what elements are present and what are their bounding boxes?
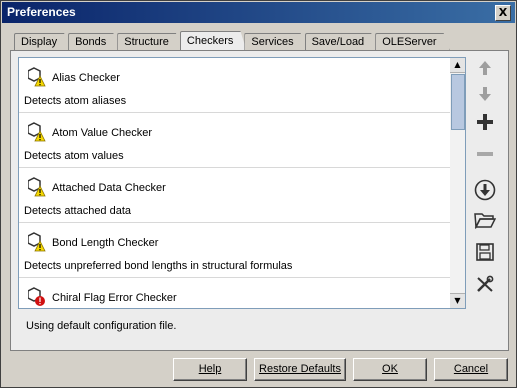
title-bar[interactable]: Preferences X xyxy=(2,2,515,23)
tab-save-load[interactable]: Save/Load xyxy=(305,33,378,50)
arrow-up-icon xyxy=(479,61,491,75)
ok-button[interactable]: OK xyxy=(353,358,427,381)
checker-name: Attached Data Checker xyxy=(52,182,166,194)
help-button[interactable]: Help xyxy=(173,358,247,381)
scroll-up-button[interactable]: ▲ xyxy=(450,58,465,73)
preferences-window: Preferences X Display Bonds Structure Ch… xyxy=(0,0,517,388)
folder-open-icon xyxy=(474,213,497,230)
close-button[interactable]: X xyxy=(495,5,511,21)
scroll-down-button[interactable]: ▼ xyxy=(450,293,465,308)
arrow-down-icon xyxy=(479,87,491,101)
tab-checkers[interactable]: Checkers xyxy=(180,31,246,50)
checker-error-icon xyxy=(28,287,45,306)
status-text: Using default configuration file. xyxy=(26,320,177,332)
open-file-button[interactable] xyxy=(471,211,499,235)
checkers-panel: Alias Checker Detects atom aliases Atom … xyxy=(10,50,509,351)
download-icon xyxy=(474,179,496,201)
move-down-button[interactable] xyxy=(471,85,499,109)
tab-bonds[interactable]: Bonds xyxy=(68,33,119,50)
help-label: Help xyxy=(198,363,222,375)
save-button[interactable] xyxy=(471,243,499,267)
restore-defaults-button[interactable]: Restore Defaults xyxy=(254,358,346,381)
list-item[interactable]: Bond Length Checker Detects unpreferred … xyxy=(19,223,450,278)
add-icon xyxy=(477,114,493,130)
tab-services[interactable]: Services xyxy=(244,33,306,50)
tab-bar: Display Bonds Structure Checkers Service… xyxy=(14,32,448,50)
checker-description: Detects atom values xyxy=(24,150,124,162)
move-up-button[interactable] xyxy=(471,59,499,83)
window-title: Preferences xyxy=(7,5,76,19)
tools-button[interactable] xyxy=(471,275,499,299)
checker-warning-icon xyxy=(28,122,46,142)
tools-icon xyxy=(477,275,494,292)
checker-warning-icon xyxy=(28,67,46,87)
checker-warning-icon xyxy=(28,177,46,197)
save-icon xyxy=(476,243,494,261)
remove-icon xyxy=(477,152,493,156)
add-button[interactable] xyxy=(471,113,499,137)
checker-description: Detects attached data xyxy=(24,205,132,217)
scroll-thumb[interactable] xyxy=(451,74,465,130)
restore-defaults-label: Restore Defaults xyxy=(259,363,341,375)
cancel-button[interactable]: Cancel xyxy=(434,358,508,381)
list-item[interactable]: Atom Value Checker Detects atom values xyxy=(19,113,450,168)
tab-display[interactable]: Display xyxy=(14,33,70,50)
list-scrollbar[interactable]: ▲ ▼ xyxy=(450,57,466,309)
download-button[interactable] xyxy=(471,179,499,203)
checker-name: Chiral Flag Error Checker xyxy=(52,292,177,304)
checker-name: Atom Value Checker xyxy=(52,127,153,139)
ok-label: OK xyxy=(382,363,398,375)
remove-button[interactable] xyxy=(471,145,499,169)
list-item[interactable]: Chiral Flag Error Checker xyxy=(19,278,450,308)
tab-structure[interactable]: Structure xyxy=(117,33,182,50)
close-icon: X xyxy=(498,6,508,19)
checker-list[interactable]: Alias Checker Detects atom aliases Atom … xyxy=(18,57,451,309)
checker-warning-icon xyxy=(28,232,46,252)
checker-name: Alias Checker xyxy=(52,72,120,84)
list-item[interactable]: Alias Checker Detects atom aliases xyxy=(19,58,450,113)
cancel-label: Cancel xyxy=(453,363,489,375)
tab-oleserver[interactable]: OLEServer xyxy=(375,33,449,50)
list-item[interactable]: Attached Data Checker Detects attached d… xyxy=(19,168,450,223)
checker-name: Bond Length Checker xyxy=(52,237,159,249)
checker-description: Detects unpreferred bond lengths in stru… xyxy=(24,260,293,272)
checker-description: Detects atom aliases xyxy=(24,95,127,107)
